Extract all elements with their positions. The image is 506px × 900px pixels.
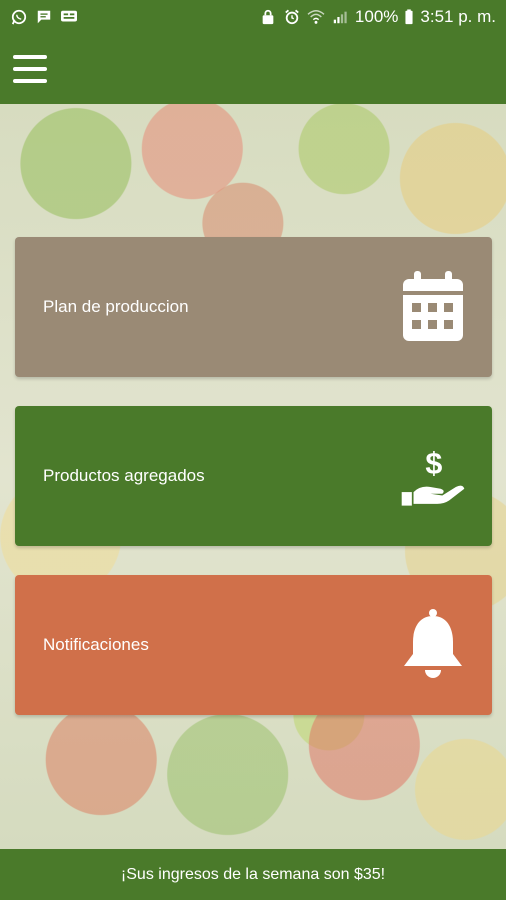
status-bar-left	[10, 9, 78, 25]
calendar-icon	[400, 269, 466, 345]
signal-icon	[333, 11, 347, 24]
status-time: 3:51 p. m.	[420, 7, 496, 26]
weekly-income-banner: ¡Sus ingresos de la semana son $35!	[0, 849, 506, 900]
alarm-icon	[285, 9, 299, 25]
status-bar: 100% 3:51 p. m.	[0, 0, 506, 34]
hand-dollar-icon: $	[400, 438, 466, 514]
status-bar-right: 100% 3:51 p. m.	[259, 7, 496, 27]
weekly-income-text: ¡Sus ingresos de la semana son $35!	[120, 865, 386, 883]
bell-icon	[400, 607, 466, 683]
lock-icon	[262, 9, 274, 25]
svg-text:$: $	[425, 446, 442, 480]
whatsapp-icon	[11, 9, 27, 25]
plan-produccion-label: Plan de produccion	[43, 297, 189, 316]
productos-agregados-card[interactable]: Productos agregados $	[15, 406, 492, 546]
app-bar	[0, 34, 506, 104]
notificaciones-label: Notificaciones	[43, 635, 149, 654]
chat-icon	[61, 10, 77, 22]
battery-icon	[405, 9, 413, 25]
battery-percentage: 100%	[354, 7, 399, 26]
wifi-icon	[307, 10, 325, 24]
message-icon	[37, 10, 51, 24]
hamburger-menu-icon[interactable]	[13, 55, 47, 83]
productos-agregados-label: Productos agregados	[43, 466, 205, 485]
notificaciones-card[interactable]: Notificaciones	[15, 575, 492, 715]
plan-produccion-card[interactable]: Plan de produccion	[15, 237, 492, 377]
